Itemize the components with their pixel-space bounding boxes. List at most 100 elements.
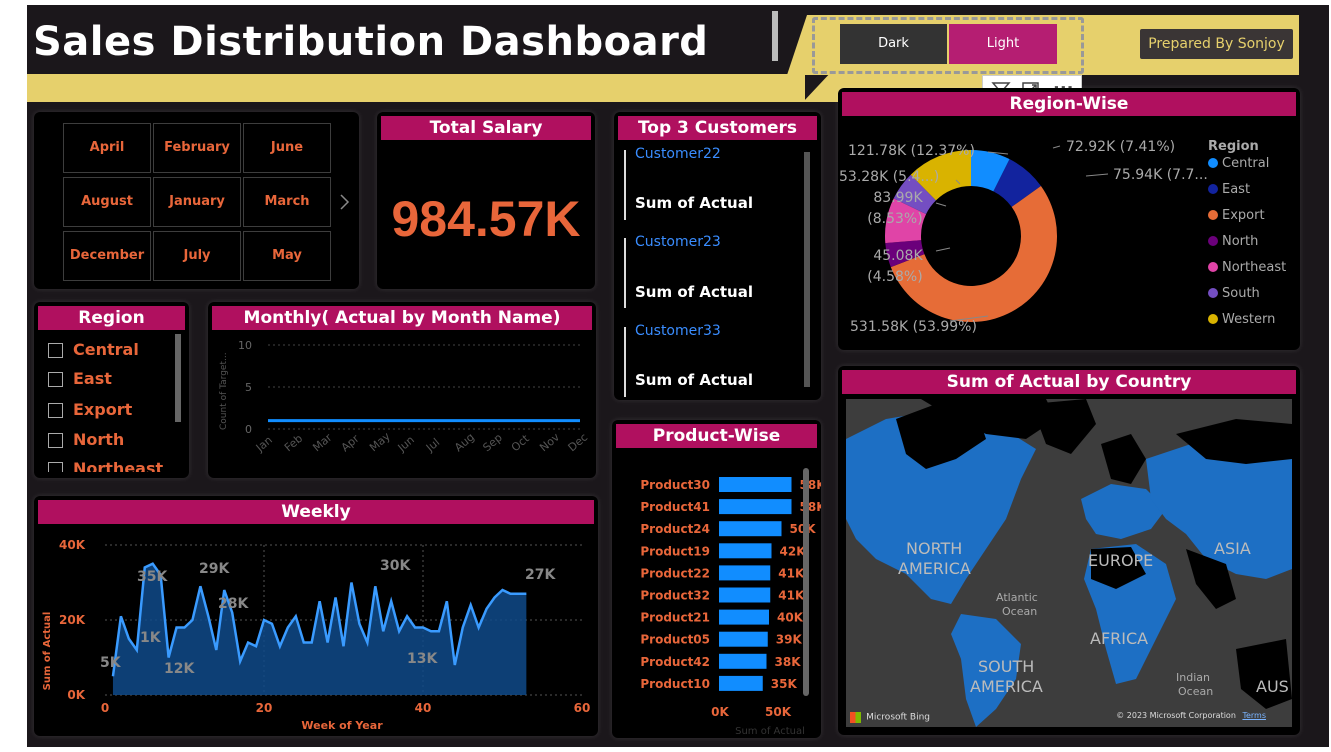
legend-item-east: East <box>1222 182 1250 197</box>
total-salary-title: Total Salary <box>381 116 591 140</box>
customer-metric-label: Sum of Actual <box>635 194 754 212</box>
y-axis-label: Count of Target... <box>219 352 229 430</box>
terms-link[interactable]: Terms <box>1242 711 1266 720</box>
leader-line <box>935 247 951 252</box>
product-bar <box>719 653 767 669</box>
x-axis-label: Sum of Actual <box>735 726 805 737</box>
world-map[interactable]: NORTH AMERICA EUROPE ASIA Atlantic Ocean… <box>846 399 1292 727</box>
region-option-label: Northeast <box>73 459 164 472</box>
data-label: 12K <box>164 661 195 677</box>
scrollbar[interactable] <box>803 468 809 696</box>
legend-item-central: Central <box>1222 156 1269 171</box>
chevron-right-icon[interactable] <box>338 192 352 212</box>
region-option-central[interactable]: Central <box>48 340 173 362</box>
bing-logo: Microsoft Bing <box>850 707 931 723</box>
checkbox[interactable] <box>48 343 63 358</box>
product-label: Product24 <box>640 522 710 536</box>
top-customers-card: Top 3 Customers Customer22 Sum of Actual… <box>614 112 821 400</box>
monthly-line-chart: 10 5 0 Count of Target... Jan Feb Mar Apr May Jun… <box>219 339 590 455</box>
copyright-text: © 2023 Microsoft Corporation <box>1116 711 1236 720</box>
y-axis-label: Sum of Actual <box>42 612 53 691</box>
map-label: AUS <box>1256 677 1289 696</box>
x-tick-label: 20 <box>256 701 273 715</box>
product-bar <box>719 499 792 515</box>
legend-item-export: Export <box>1222 208 1265 223</box>
region-option-east[interactable]: East <box>48 369 173 391</box>
map-label: SOUTH <box>978 657 1035 676</box>
product-label: Product19 <box>640 544 710 558</box>
data-label: 83.99K <box>873 190 923 206</box>
bing-label: Microsoft Bing <box>866 712 931 723</box>
total-salary-value: 984.57K <box>391 191 581 247</box>
month-august[interactable]: August <box>63 177 151 227</box>
region-option-north[interactable]: North <box>48 430 173 452</box>
checkbox[interactable] <box>48 433 63 448</box>
month-june[interactable]: June <box>243 123 331 173</box>
region-option-label: Central <box>73 340 139 359</box>
x-tick-label: Nov <box>537 430 562 454</box>
month-february[interactable]: February <box>153 123 241 173</box>
data-label: 13K <box>407 651 438 667</box>
customer-bar <box>624 150 626 220</box>
x-tick-label: Oct <box>509 432 532 455</box>
checkbox[interactable] <box>48 403 63 418</box>
month-december[interactable]: December <box>63 231 151 281</box>
data-label: 27K <box>525 567 556 583</box>
scrollbar[interactable] <box>175 334 181 422</box>
region-option-export[interactable]: Export <box>48 400 173 422</box>
checkbox[interactable] <box>48 462 63 472</box>
customer-metric-label: Sum of Actual <box>635 371 754 389</box>
month-july[interactable]: July <box>153 231 241 281</box>
scrollbar[interactable] <box>804 152 810 387</box>
product-label: Product10 <box>640 677 710 691</box>
dark-theme-button[interactable]: Dark <box>840 24 947 64</box>
customer-list: Customer22 Sum of Actual Customer23 Sum … <box>622 146 797 397</box>
x-tick-label: 40 <box>415 701 432 715</box>
data-label: (4.58%) <box>867 269 922 285</box>
leader-line <box>1052 145 1061 149</box>
weekly-area-chart: 40K 20K 0K 0 20 40 60 Week of Year Sum of Actual… <box>42 538 590 732</box>
legend-marker <box>1208 288 1218 298</box>
y-tick-label: 40K <box>59 538 86 552</box>
x-tick-label: 50K <box>765 705 792 719</box>
month-april[interactable]: April <box>63 123 151 173</box>
month-january[interactable]: January <box>153 177 241 227</box>
month-may[interactable]: May <box>243 231 331 281</box>
month-slicer: April February June August January March… <box>34 112 359 289</box>
x-tick-label: Aug <box>452 431 477 455</box>
product-bar <box>719 477 792 492</box>
region-option-label: East <box>73 369 112 388</box>
month-march[interactable]: March <box>243 177 331 227</box>
data-label: 121.78K (12.37%) <box>848 143 975 159</box>
x-tick-label: Feb <box>282 432 305 454</box>
legend-marker <box>1208 184 1218 194</box>
region-slicer-title: Region <box>38 306 185 330</box>
legend-marker <box>1208 236 1218 246</box>
product-value-label: 38K <box>775 655 802 669</box>
map-label: ASIA <box>1214 539 1251 558</box>
leader-line <box>935 202 947 207</box>
data-label: 29K <box>199 561 230 577</box>
product-value-label: 41K <box>778 566 805 580</box>
product-label: Product22 <box>640 566 710 580</box>
customer-name: Customer22 <box>635 146 721 162</box>
x-tick-label: Apr <box>339 432 362 454</box>
map-label: AMERICA <box>898 559 971 578</box>
x-tick-label: 0K <box>711 705 729 719</box>
x-tick-label: Mar <box>310 431 335 455</box>
data-label: 531.58K (53.99%) <box>850 319 977 335</box>
product-label: Product41 <box>640 500 710 514</box>
data-label: 72.92K (7.41%) <box>1066 139 1175 155</box>
product-label: Product32 <box>640 589 710 603</box>
dashboard: Sales Distribution Dashboard Dark Light … <box>27 5 1329 747</box>
legend-marker <box>1208 158 1218 168</box>
light-theme-button[interactable]: Light <box>949 24 1057 64</box>
x-tick-label: Jun <box>395 433 417 455</box>
region-wise-card: Region-Wise 72.92K (7.41%) 75.94K (7.7...… <box>838 88 1300 350</box>
x-tick-label: Jul <box>423 436 442 455</box>
product-label: Product05 <box>640 633 710 647</box>
data-label: 1K <box>140 630 162 646</box>
checkbox[interactable] <box>48 372 63 387</box>
region-option-northeast[interactable]: Northeast <box>48 459 173 472</box>
legend-item-northeast: Northeast <box>1222 260 1286 275</box>
